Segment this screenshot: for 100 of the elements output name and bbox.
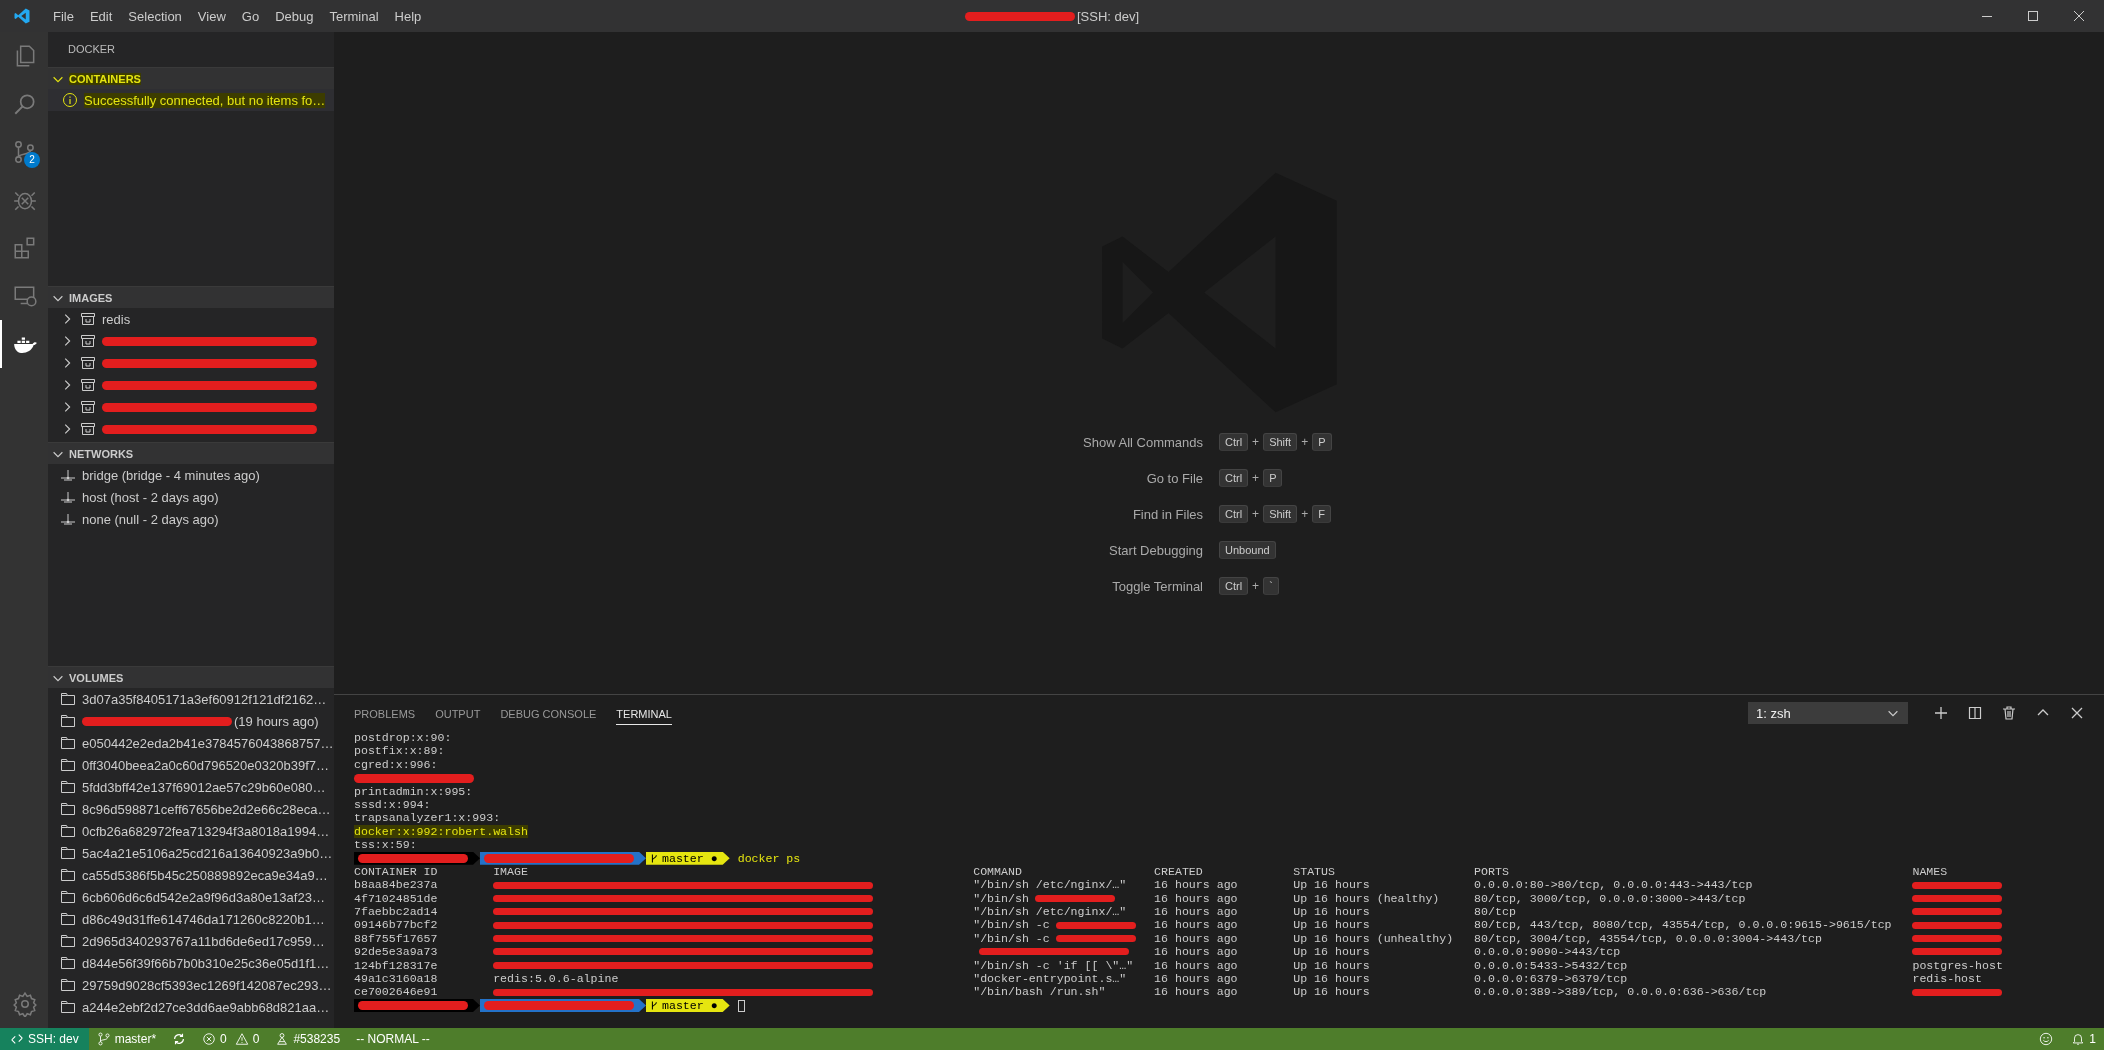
- tree-item[interactable]: 6cb606d6c6d542e2a9f96d3a80e13af23…: [48, 886, 334, 908]
- table-cell: 09146b77bcf2: [354, 918, 438, 932]
- tree-item[interactable]: d86c49d31ffe614746da171260c8220b1…: [48, 908, 334, 930]
- table-cell: 80/tcp, 3004/tcp, 43554/tcp, 0.0.0.0:3004->443/tcp: [1474, 931, 1822, 946]
- build-indicator[interactable]: #538235: [267, 1028, 349, 1050]
- menu-item[interactable]: Terminal: [321, 8, 387, 24]
- table-cell: "docker-entrypoint.s…": [973, 972, 1127, 986]
- tree-item[interactable]: 0ff3040beea2a0c60d796520e0320b39f7…: [48, 754, 334, 776]
- table-cell: 16 hours ago: [1154, 905, 1238, 919]
- maximize-icon[interactable]: [2028, 11, 2038, 21]
- network-icon: [60, 489, 76, 505]
- table-cell: 92de5e3a9a73: [354, 945, 438, 959]
- key-cap: Ctrl: [1219, 469, 1249, 487]
- column-header: COMMAND: [973, 864, 1023, 879]
- menu-item[interactable]: Help: [386, 8, 430, 24]
- tree-item[interactable]: 5fdd3bff42e137f69012ae57c29b60e080…: [48, 776, 334, 798]
- terminal-dropdown[interactable]: 1: zsh: [1748, 702, 1908, 724]
- git-branch-icon: [650, 852, 658, 864]
- table-cell: 124bf128317e: [354, 958, 438, 973]
- folder-icon: [60, 801, 76, 817]
- split-icon[interactable]: [1967, 705, 1983, 721]
- table-cell: "/bin/bash /run.sh": [973, 985, 1106, 999]
- tree-item[interactable]: host (host - 2 days ago): [48, 486, 334, 508]
- table-cell: "/bin/sh -c: [973, 918, 1050, 932]
- package-icon: [80, 333, 96, 349]
- app-logo-icon: [13, 7, 31, 25]
- problems-indicator[interactable]: 0 0: [194, 1028, 268, 1050]
- table-cell: 16 hours ago: [1154, 945, 1238, 959]
- panel-tab[interactable]: TERMINAL: [616, 701, 672, 725]
- folder-icon: [60, 867, 76, 883]
- trash-icon[interactable]: [2001, 705, 2017, 721]
- table-cell: 80/tcp, 3000/tcp, 0.0.0.0:3000->443/tcp: [1474, 891, 1746, 906]
- shortcut-label: Toggle Terminal: [1111, 578, 1204, 594]
- menu-item[interactable]: View: [189, 8, 234, 24]
- section-header[interactable]: VOLUMES: [48, 666, 334, 688]
- tree-item[interactable]: ca55d5386f5b45c250889892eca9e34a9…: [48, 864, 334, 886]
- close-icon[interactable]: [2069, 705, 2085, 721]
- tree-item[interactable]: Successfully connected, but no items fo…: [48, 89, 334, 111]
- branch-indicator[interactable]: master*: [88, 1028, 165, 1050]
- section-header[interactable]: IMAGES: [48, 286, 334, 308]
- folder-icon: [60, 691, 76, 707]
- table-cell: Up 16 hours: [1293, 945, 1370, 959]
- tree-item[interactable]: 0cfb26a682972fea713294f3a8018a1994…: [48, 820, 334, 842]
- smiley-icon[interactable]: [2039, 1032, 2054, 1046]
- notifications-indicator[interactable]: 1: [2063, 1028, 2104, 1050]
- column-header: STATUS: [1293, 864, 1336, 879]
- menu-item[interactable]: Selection: [120, 8, 190, 24]
- key-separator: +: [1301, 435, 1309, 449]
- tree-item[interactable]: 3d07a35f8405171a3ef60912f121df2162…: [48, 688, 334, 710]
- network-icon: [60, 511, 76, 527]
- git-branch-segment: master ●: [646, 999, 730, 1012]
- table-cell: 7faebbc2ad14: [354, 905, 438, 919]
- sync-icon[interactable]: [172, 1032, 187, 1046]
- key-cap: F: [1312, 505, 1331, 523]
- activity-bar-item[interactable]: 2: [0, 128, 48, 176]
- terminal-command: docker ps: [737, 851, 801, 865]
- terminal-line: postfix:x:89:: [354, 744, 446, 758]
- info-icon: [62, 92, 78, 108]
- tree-item[interactable]: (19 hours ago): [48, 710, 334, 732]
- table-cell: 80/tcp, 443/tcp, 8080/tcp, 43554/tcp, 0.0.0.0:9615->9615/tcp: [1474, 918, 1892, 932]
- terminal-line: tss:x:59:: [354, 838, 418, 852]
- tree-item[interactable]: 8c96d598871ceff67656be2d2e66c28eca…: [48, 798, 334, 820]
- folder-icon: [60, 999, 76, 1015]
- folder-icon: [60, 845, 76, 861]
- menu-item[interactable]: Debug: [267, 8, 322, 24]
- key-cap: Shift: [1263, 433, 1298, 451]
- tree-item[interactable]: d844e56f39f66b7b0b310e25c36e05d1f1…: [48, 952, 334, 974]
- tree-item[interactable]: 2d965d340293767a11bd6de6ed17c959…: [48, 930, 334, 952]
- close-icon[interactable]: [2074, 11, 2084, 21]
- table-cell: 0.0.0.0:6379->6379/tcp: [1474, 972, 1628, 986]
- menu-item[interactable]: File: [45, 8, 82, 24]
- table-cell: "/bin/sh -c 'if [[ \"…": [973, 958, 1134, 973]
- table-cell: Up 16 hours: [1293, 985, 1370, 999]
- table-cell: 0.0.0.0:389->389/tcp, 0.0.0.0:636->636/tcp: [1474, 985, 1767, 999]
- tree-item[interactable]: 5ac4a21e5106a25cd216a13640923a9b0…: [48, 842, 334, 864]
- package-icon: [80, 311, 96, 327]
- section-header[interactable]: CONTAINERS: [48, 67, 334, 89]
- panel-tab[interactable]: PROBLEMS: [354, 701, 416, 725]
- package-icon: [80, 399, 96, 415]
- panel-tab[interactable]: OUTPUT: [435, 701, 481, 725]
- tree-item[interactable]: e050442e2eda2b41e3784576043868757…: [48, 732, 334, 754]
- key-separator: +: [1252, 507, 1260, 521]
- menu-item[interactable]: Go: [233, 8, 268, 24]
- add-icon[interactable]: [1933, 705, 1949, 721]
- tree-item[interactable]: a244e2ebf2d27ce3dd6ae9abb68d821aa…: [48, 996, 334, 1018]
- tree-item[interactable]: 29759d9028cf5393ec1269f142087ec293…: [48, 974, 334, 996]
- remote-indicator[interactable]: SSH: dev: [0, 1028, 89, 1050]
- folder-icon: [60, 977, 76, 993]
- column-header: NAMES: [1912, 864, 1949, 879]
- vim-mode: -- NORMAL --: [355, 1031, 431, 1048]
- tree-item[interactable]: none (null - 2 days ago): [48, 508, 334, 530]
- tree-item[interactable]: redis: [48, 308, 334, 330]
- folder-icon: [60, 713, 76, 729]
- table-cell: "/bin/sh /etc/nginx/…": [973, 905, 1127, 919]
- tree-item[interactable]: bridge (bridge - 4 minutes ago): [48, 464, 334, 486]
- key-separator: +: [1252, 435, 1260, 449]
- panel-tab[interactable]: DEBUG CONSOLE: [500, 701, 597, 725]
- table-cell: 16 hours ago: [1154, 878, 1238, 892]
- menu-item[interactable]: Edit: [81, 8, 121, 24]
- section-header[interactable]: NETWORKS: [48, 442, 334, 464]
